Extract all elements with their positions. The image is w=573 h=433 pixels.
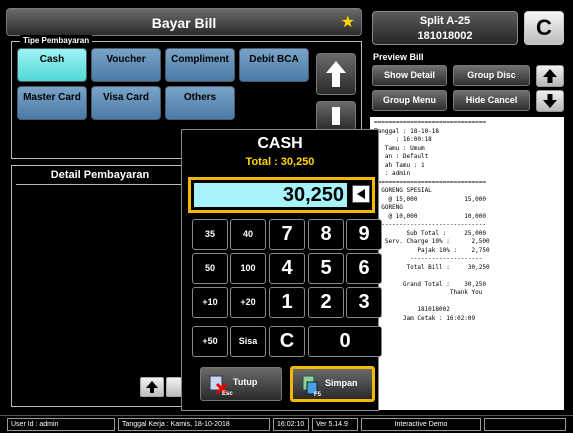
receipt-line: @ 15,000 15,000 [374, 195, 486, 203]
star-icon[interactable]: ★ [341, 9, 355, 37]
key-50[interactable]: 50 [192, 253, 228, 284]
split-info: Split A-25 181018002 [372, 11, 518, 45]
preview-bill-title: Preview Bill [373, 52, 424, 62]
key-6[interactable]: 6 [346, 253, 382, 284]
pay-master-card-button[interactable]: Master Card [17, 86, 87, 120]
key-7[interactable]: 7 [269, 219, 305, 250]
key-8[interactable]: 8 [308, 219, 344, 250]
show-detail-button[interactable]: Show Detail [372, 65, 447, 86]
detail-scroll-down-button[interactable] [166, 377, 182, 397]
key-5[interactable]: 5 [308, 253, 344, 284]
dialog-title: CASH [257, 135, 303, 152]
key-9[interactable]: 9 [346, 219, 382, 250]
status-work-date: Tanggal Kerja : Kamis, 18-10-2018 [118, 418, 270, 431]
arrow-down-icon [332, 107, 340, 125]
scroll-down-button[interactable] [316, 101, 356, 131]
detail-panel [11, 165, 187, 407]
receipt-line: =============================== [374, 178, 486, 186]
receipt-line [374, 298, 560, 307]
key-2[interactable]: 2 [308, 287, 344, 318]
pay-voucher-button[interactable]: Voucher [91, 48, 161, 82]
simpan-button[interactable]: Simpan F5 [290, 366, 375, 402]
arrow-down-icon [543, 94, 557, 108]
receipt-line: 181018002 [374, 306, 450, 313]
receipt-line: Jam Cetak : 16:02:09 [374, 314, 476, 322]
receipt-line: Total Bill : 30,250 [374, 263, 490, 271]
receipt-line: Serv. Charge 10% : 2,500 [374, 238, 490, 245]
amount-frame: 30,250 [188, 177, 375, 213]
bill-preview: =============================== Tanggal :… [370, 117, 564, 410]
pay-cash-button[interactable]: Cash [17, 48, 87, 82]
payment-type-title: Tipe Pembayaran [20, 35, 93, 47]
receipt-line: Pajak 10% : 2,750 [374, 246, 490, 254]
backspace-button[interactable] [352, 185, 370, 203]
tutup-hint: Esc [222, 391, 233, 397]
receipt-line: : 16:00:18 [374, 136, 432, 143]
key-100[interactable]: 100 [230, 253, 266, 284]
tutup-label: Tutup [233, 377, 258, 387]
pay-debit-bca-button[interactable]: Debit BCA [239, 48, 309, 82]
receipt-line: GORENG SPESIAL [374, 187, 432, 194]
arrow-up-icon [543, 69, 557, 83]
key-plus-50[interactable]: +50 [192, 326, 228, 357]
detail-title: Detail Pembayaran [16, 168, 184, 185]
scroll-up-button[interactable] [316, 53, 356, 95]
page-title: Bayar Bill [151, 15, 217, 31]
arrow-up-icon [146, 381, 158, 393]
receipt-line: ah Tamu : 1 [374, 161, 425, 169]
group-disc-button[interactable]: Group Disc [453, 65, 530, 86]
pay-others-button[interactable]: Others [165, 86, 235, 120]
receipt-line: GORENG [374, 204, 403, 211]
clear-button[interactable]: C [524, 11, 564, 45]
simpan-hint: F5 [314, 392, 322, 398]
receipt-line: ----------------------------- [374, 221, 486, 228]
amount-input[interactable]: 30,250 [194, 183, 347, 207]
receipt-line: : admin [374, 170, 411, 177]
tutup-button[interactable]: Tutup Esc [200, 367, 282, 401]
key-clear[interactable]: C [269, 326, 305, 357]
pay-compliment-button[interactable]: Compliment [165, 48, 235, 82]
key-1[interactable]: 1 [269, 287, 305, 318]
preview-scroll-down-button[interactable] [536, 90, 564, 112]
key-plus-10[interactable]: +10 [192, 287, 228, 318]
backspace-icon [357, 189, 365, 199]
receipt-line: Tanggal : 18-10-18 [374, 127, 440, 135]
status-extra [484, 418, 566, 431]
split-number: 181018002 [417, 30, 473, 42]
status-version: Ver 5.14.9 [312, 418, 358, 431]
key-35[interactable]: 35 [192, 219, 228, 250]
status-time: 16:02:10 [273, 418, 309, 431]
preview-scroll-up-button[interactable] [536, 65, 564, 87]
arrow-up-icon [326, 61, 346, 87]
key-0[interactable]: 0 [308, 326, 382, 357]
status-mode: Interactive Demo [361, 418, 481, 431]
cash-dialog: CASH Total : 30,250 30,250 35 40 7 8 9 5… [181, 129, 382, 411]
receipt-line: Grand Total : 30,250 [374, 280, 486, 288]
status-user: User Id : admin [7, 418, 115, 431]
key-3[interactable]: 3 [346, 287, 382, 318]
key-sisa[interactable]: Sisa [230, 326, 266, 357]
status-bar: User Id : admin Tanggal Kerja : Kamis, 1… [0, 415, 573, 433]
key-4[interactable]: 4 [269, 253, 305, 284]
receipt-line: Thank You [374, 289, 483, 296]
key-40[interactable]: 40 [230, 219, 266, 250]
receipt-line: -------------------- [374, 255, 483, 262]
dialog-total: Total : 30,250 [245, 156, 315, 168]
key-plus-20[interactable]: +20 [230, 287, 266, 318]
split-name: Split A-25 [419, 15, 471, 27]
receipt-line: Sub Total : 25,000 [374, 229, 486, 237]
receipt-line: =============================== [374, 119, 486, 126]
hide-cancel-button[interactable]: Hide Cancel [453, 90, 530, 111]
receipt-line: an : Default [374, 153, 429, 160]
detail-scroll-up-button[interactable] [140, 377, 164, 397]
receipt-line: @ 10,000 10,000 [374, 212, 486, 220]
title-bar: Bayar Bill ★ [6, 8, 362, 36]
pay-visa-card-button[interactable]: Visa Card [91, 86, 161, 120]
simpan-label: Simpan [325, 378, 358, 388]
receipt-line: Tamu : Umum [374, 144, 425, 152]
group-menu-button[interactable]: Group Menu [372, 90, 447, 111]
receipt-line [374, 272, 560, 281]
